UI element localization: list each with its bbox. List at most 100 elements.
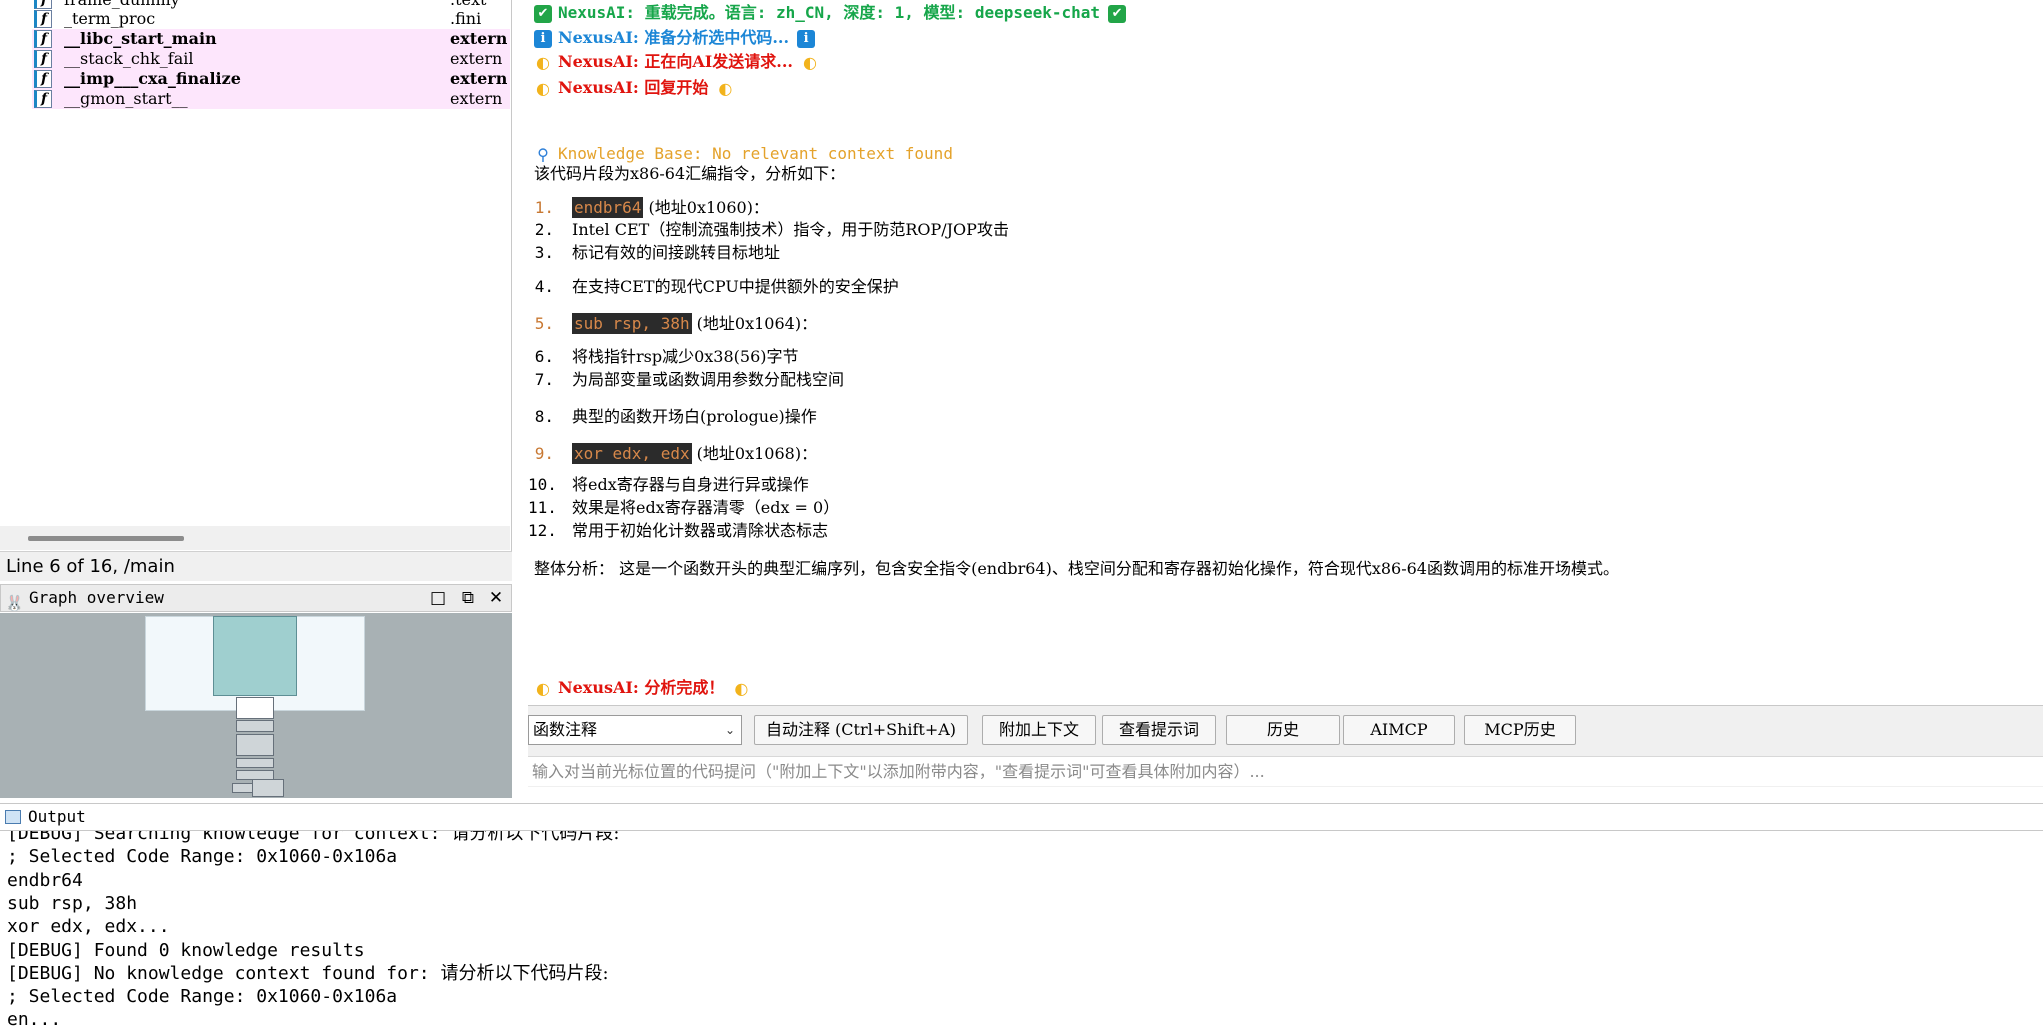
list-item-content: 为局部变量或函数调用参数分配栈空间 xyxy=(572,369,844,391)
graph-overview-title: Graph overview xyxy=(29,588,164,607)
mode-select[interactable]: 函数注释 ⌄ xyxy=(528,715,742,745)
list-item-number: 12. xyxy=(528,521,557,540)
graph-node xyxy=(236,758,274,768)
check-icon: ✔ xyxy=(534,4,552,23)
output-line-text: [DEBUG] Found 0 knowledge results xyxy=(7,939,365,961)
list-item-number: 8. xyxy=(534,407,554,426)
auto-comment-button[interactable]: 自动注释 (Ctrl+Shift+A) xyxy=(754,715,968,745)
attach-context-button[interactable]: 附加上下文 xyxy=(982,715,1096,745)
message-text: NexusAI: 准备分析选中代码... xyxy=(558,28,790,47)
chevron-down-icon: ⌄ xyxy=(724,723,735,737)
maximize-icon[interactable]: □ xyxy=(427,585,449,611)
list-item-number: 5. xyxy=(534,314,554,333)
list-item-content: 效果是将edx寄存器清零（edx = 0） xyxy=(572,497,839,519)
output-line-text: en... xyxy=(7,1009,62,1031)
list-item-content: 典型的函数开场白(prologue)操作 xyxy=(572,406,817,428)
list-item-content: xor edx, edx (地址0x1068)： xyxy=(572,443,817,465)
function-segment: .fini xyxy=(450,9,482,28)
function-name: __imp___cxa_finalize xyxy=(64,69,241,88)
list-item-content: 标记有效的间接跳转目标地址 xyxy=(572,242,780,264)
graph-node xyxy=(213,616,297,696)
function-row[interactable]: f __imp___cxa_finalize extern xyxy=(32,69,510,89)
message-text: NexusAI: 重载完成。语言: zh_CN, 深度: 1, 模型: deep… xyxy=(558,3,1101,22)
message-text: NexusAI: 分析完成！ xyxy=(558,678,725,697)
list-item-content: 将栈指针rsp减少0x38(56)字节 xyxy=(572,346,799,368)
close-icon[interactable]: ✕ xyxy=(485,585,507,611)
status-line: Line 6 of 16, /main xyxy=(0,551,512,581)
status-message: i NexusAI: 准备分析选中代码... i xyxy=(534,27,816,49)
lightbulb-icon: ◐ xyxy=(536,678,550,698)
output-log[interactable]: [DEBUG] Searching knowledge for context:… xyxy=(0,831,2043,1034)
graph-node xyxy=(252,779,284,797)
question-input[interactable]: 输入对当前光标位置的代码提问（"附加上下文"以添加附带内容，"查看提示词"可查看… xyxy=(528,756,2043,786)
output-line: endbr64 xyxy=(7,869,83,892)
list-item-content: 常用于初始化计数器或清除状态标志 xyxy=(572,520,828,542)
function-row[interactable]: f __gmon_start__ extern xyxy=(32,89,510,109)
output-line-chinese-text: 请分析以下代码片段: xyxy=(451,831,620,844)
list-item-content: 将edx寄存器与自身进行异或操作 xyxy=(572,474,809,496)
lightbulb-icon: ◐ xyxy=(803,52,817,72)
list-item-text: (地址0x1068)： xyxy=(691,444,818,463)
function-icon: f xyxy=(34,0,52,9)
message-text: Knowledge Base: No relevant context foun… xyxy=(558,144,953,163)
lightbulb-icon: ◐ xyxy=(734,678,749,698)
list-item-number: 7. xyxy=(534,370,554,389)
function-row[interactable]: f __libc_start_main extern xyxy=(32,29,510,49)
list-item-text: (地址0x1060)： xyxy=(643,198,769,217)
function-row[interactable]: f __stack_chk_fail extern xyxy=(32,49,510,69)
list-item-content: endbr64 (地址0x1060)： xyxy=(572,197,769,219)
list-item-number: 11. xyxy=(528,498,557,517)
analysis-summary: 整体分析： 这是一个函数开头的典型汇编序列，包含安全指令(endbr64)、栈空… xyxy=(534,559,1619,578)
history-button[interactable]: 历史 xyxy=(1226,715,1340,745)
lightbulb-icon: ◐ xyxy=(536,52,550,72)
output-line: en... xyxy=(7,1008,61,1031)
scrollbar-thumb[interactable] xyxy=(28,536,184,541)
list-item-number: 1. xyxy=(534,198,554,217)
output-title: Output xyxy=(28,807,86,826)
restore-icon[interactable]: ⧉ xyxy=(457,585,479,611)
list-item-number: 3. xyxy=(534,243,554,262)
list-item-text: 将edx寄存器与自身进行异或操作 xyxy=(572,475,809,494)
list-item-text: 将栈指针rsp减少0x38(56)字节 xyxy=(572,347,799,366)
list-item-number: 9. xyxy=(534,444,554,463)
functions-horizontal-scrollbar[interactable] xyxy=(0,526,510,550)
output-window-icon xyxy=(5,810,21,824)
function-name: __gmon_start__ xyxy=(64,89,188,108)
graph-node xyxy=(232,783,254,793)
status-message: ◐ NexusAI: 正在向AI发送请求... ◐ xyxy=(534,51,819,73)
list-item-number: 10. xyxy=(528,475,557,494)
function-name: __stack_chk_fail xyxy=(64,49,194,68)
output-line-text: [DEBUG] No knowledge context found for: xyxy=(7,962,441,984)
function-segment: extern xyxy=(450,49,503,68)
mode-select-value: 函数注释 xyxy=(533,720,598,739)
knowledge-base-status: ⚲ Knowledge Base: No relevant context fou… xyxy=(534,143,953,165)
view-prompt-button[interactable]: 查看提示词 xyxy=(1102,715,1216,745)
aimcp-button[interactable]: AIMCP xyxy=(1343,715,1455,745)
list-item-text: 常用于初始化计数器或清除状态标志 xyxy=(572,521,829,540)
list-item-text: Intel CET（控制流强制技术）指令，用于防范ROP/JOP攻击 xyxy=(572,220,1009,239)
function-segment: extern xyxy=(450,69,508,88)
function-icon: f xyxy=(34,30,52,48)
list-item-text: 典型的函数开场白(prologue)操作 xyxy=(572,407,817,426)
list-item-content: 在支持CET的现代CPU中提供额外的安全保护 xyxy=(572,276,899,298)
mcp-history-button[interactable]: MCP历史 xyxy=(1464,715,1576,745)
check-icon: ✔ xyxy=(1108,4,1127,23)
function-name: __libc_start_main xyxy=(64,29,217,48)
chat-toolbar: 函数注释 ⌄ 自动注释 (Ctrl+Shift+A) 附加上下文 查看提示词 历… xyxy=(528,705,2043,787)
status-message: ◐ NexusAI: 分析完成！ ◐ xyxy=(534,677,750,699)
inline-code: sub rsp, 38h xyxy=(572,313,692,334)
lightbulb-icon: ◐ xyxy=(718,78,733,98)
inline-code: xor edx, edx xyxy=(572,443,692,464)
graph-overview-canvas[interactable] xyxy=(0,613,512,798)
function-segment: extern xyxy=(450,29,508,48)
function-row[interactable]: f _term_proc .fini xyxy=(32,9,510,29)
output-line-text: sub rsp, 38h xyxy=(7,892,138,914)
list-item-content: Intel CET（控制流强制技术）指令，用于防范ROP/JOP攻击 xyxy=(572,219,1009,241)
output-line-text: xor edx, edx... xyxy=(7,916,170,938)
graph-node xyxy=(236,734,274,756)
output-line-text: ; Selected Code Range: 0x1060-0x106a xyxy=(7,846,398,868)
search-icon: ⚲ xyxy=(537,144,549,164)
list-item-number: 2. xyxy=(534,220,554,239)
output-line: [DEBUG] No knowledge context found for: … xyxy=(7,962,609,985)
function-name: _term_proc xyxy=(64,9,156,28)
